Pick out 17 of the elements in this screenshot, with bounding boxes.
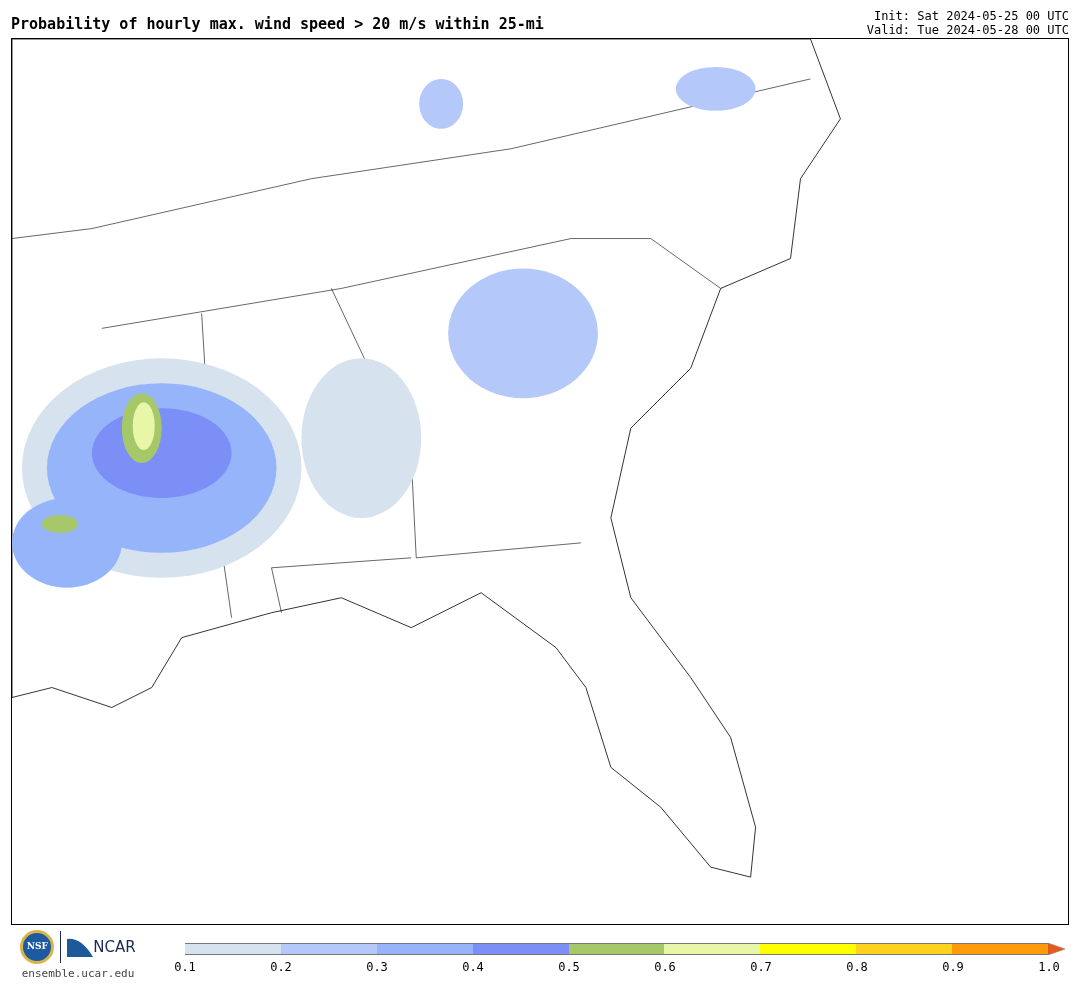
colorbar-tick-label: 0.6 — [654, 961, 676, 973]
nsf-logo: NSF — [20, 930, 55, 964]
colorbar-tick-label: 0.2 — [270, 961, 292, 973]
ncar-mark-icon — [67, 937, 94, 957]
colorbar-tick-label: 0.3 — [366, 961, 388, 973]
colorbar-tick-label: 0.9 — [942, 961, 964, 973]
colorbar-tick-label: 0.1 — [174, 961, 196, 973]
colorbar-tick-label: 0.7 — [750, 961, 772, 973]
valid-time: Valid: Tue 2024-05-28 00 UTC — [866, 23, 1069, 37]
colorbar-tick-label: 0.5 — [558, 961, 580, 973]
website-url: ensemble.ucar.edu — [21, 966, 135, 982]
plot-title: Probability of hourly max. wind speed > 20 m/s within 25-mi — [11, 17, 544, 35]
ncar-logo: NCAR — [93, 939, 136, 955]
colorbar-tick-label: 1.0 — [1038, 961, 1060, 973]
init-time: Init: Sat 2024-05-25 00 UTC — [873, 9, 1069, 23]
colorbar-tick-label: 0.8 — [846, 961, 868, 973]
colorbar-tick-label: 0.4 — [462, 961, 484, 973]
